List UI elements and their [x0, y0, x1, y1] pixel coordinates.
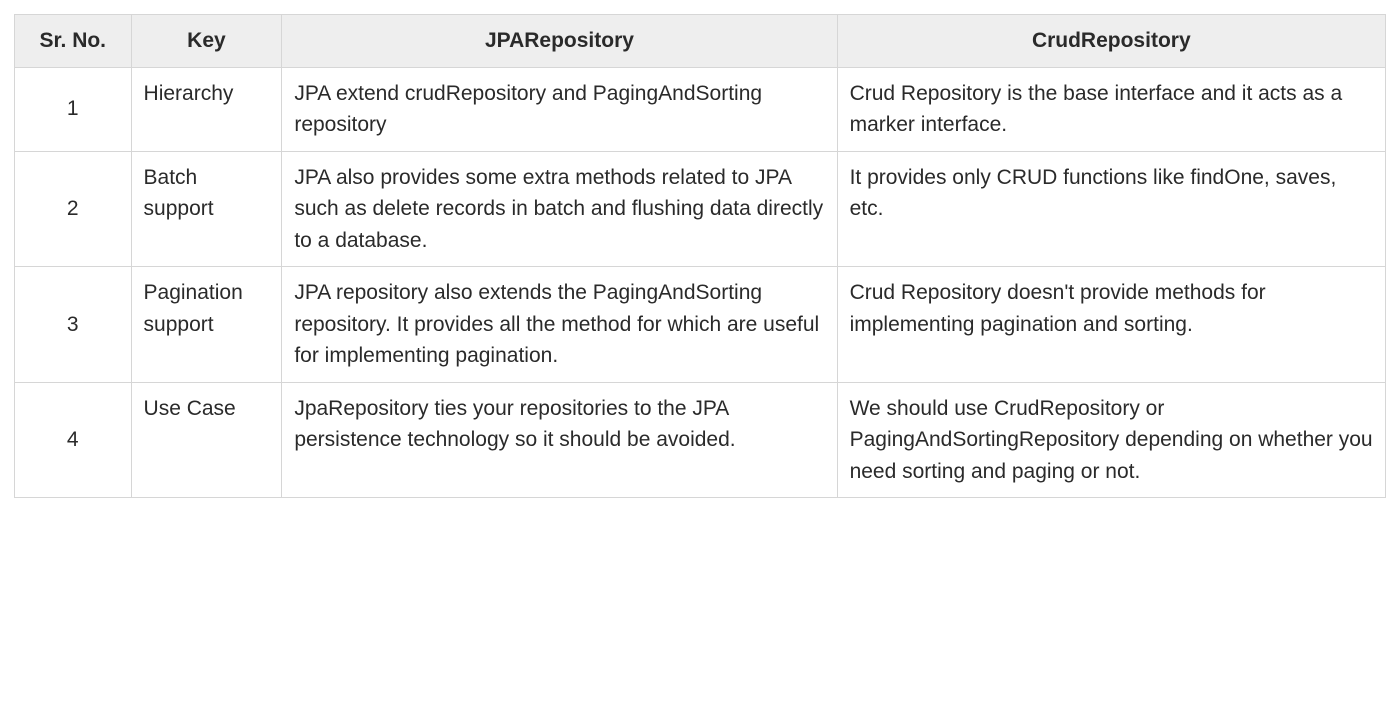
table-header-row: Sr. No. Key JPARepository CrudRepository [15, 15, 1386, 68]
cell-srno: 2 [15, 151, 132, 267]
table-row: 1 Hierarchy JPA extend crudRepository an… [15, 67, 1386, 151]
cell-key: Hierarchy [131, 67, 282, 151]
header-jpa: JPARepository [282, 15, 837, 68]
cell-key: Pagination support [131, 267, 282, 383]
table-row: 3 Pagination support JPA repository also… [15, 267, 1386, 383]
table-row: 2 Batch support JPA also provides some e… [15, 151, 1386, 267]
cell-srno: 3 [15, 267, 132, 383]
cell-srno: 4 [15, 382, 132, 498]
header-crud: CrudRepository [837, 15, 1385, 68]
cell-jpa: JpaRepository ties your repositories to … [282, 382, 837, 498]
cell-crud: Crud Repository is the base interface an… [837, 67, 1385, 151]
cell-crud: Crud Repository doesn't provide methods … [837, 267, 1385, 383]
cell-jpa: JPA extend crudRepository and PagingAndS… [282, 67, 837, 151]
header-srno: Sr. No. [15, 15, 132, 68]
cell-srno: 1 [15, 67, 132, 151]
cell-key: Batch support [131, 151, 282, 267]
cell-jpa: JPA repository also extends the PagingAn… [282, 267, 837, 383]
table-row: 4 Use Case JpaRepository ties your repos… [15, 382, 1386, 498]
header-key: Key [131, 15, 282, 68]
cell-key: Use Case [131, 382, 282, 498]
cell-crud: It provides only CRUD functions like fin… [837, 151, 1385, 267]
cell-jpa: JPA also provides some extra methods rel… [282, 151, 837, 267]
cell-crud: We should use CrudRepository or PagingAn… [837, 382, 1385, 498]
comparison-table: Sr. No. Key JPARepository CrudRepository… [14, 14, 1386, 498]
